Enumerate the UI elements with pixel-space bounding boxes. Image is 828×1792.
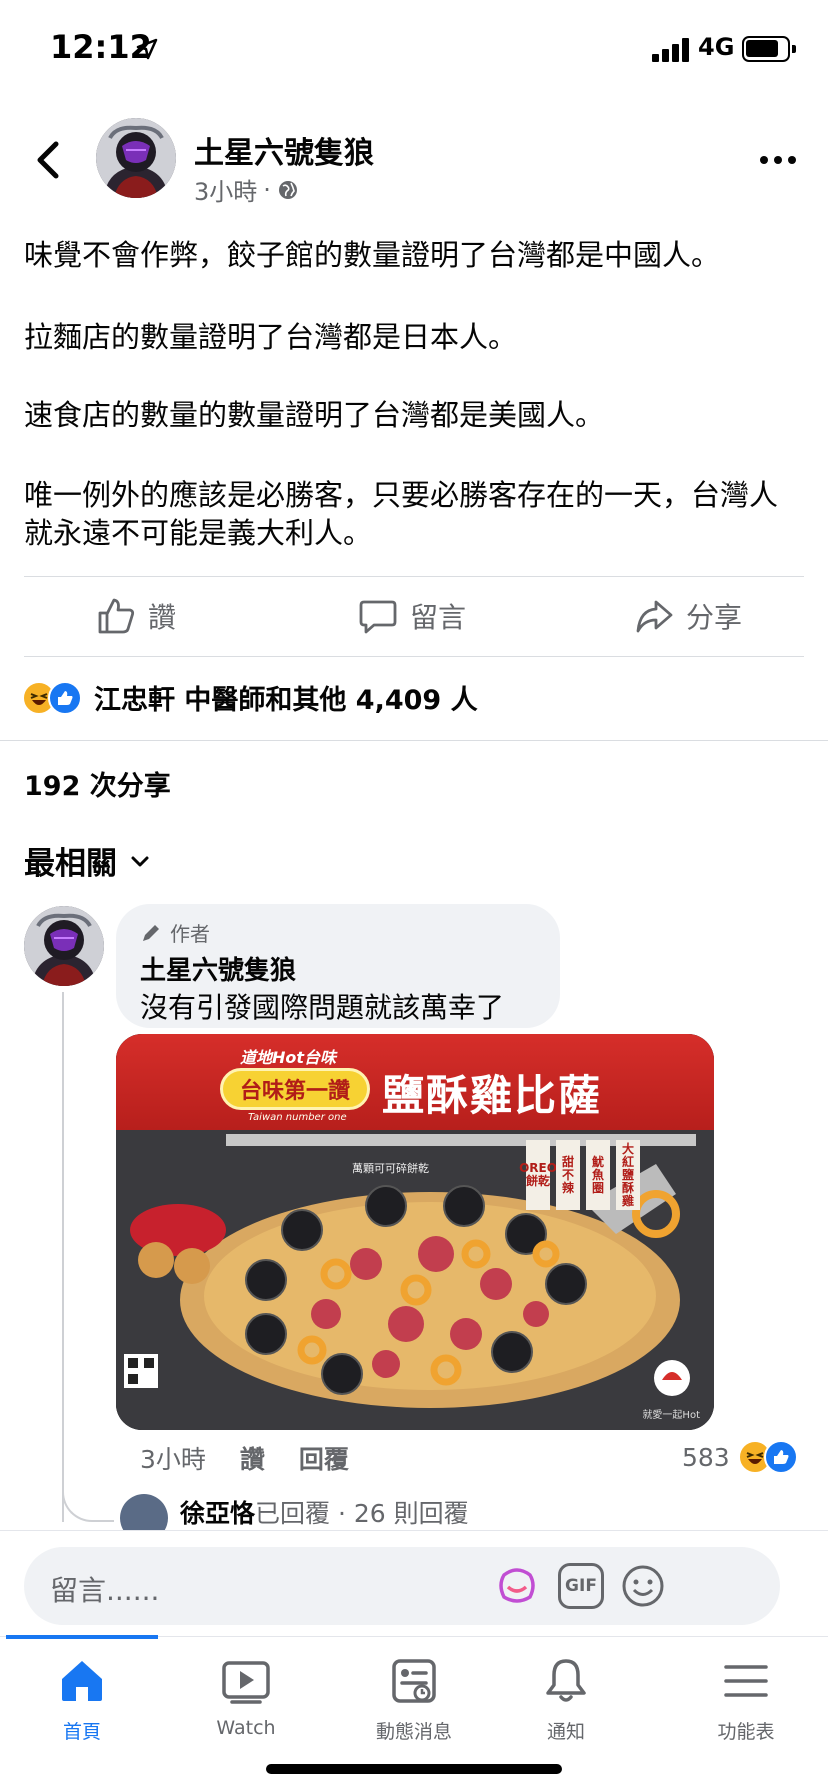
comment-sort-dropdown[interactable]: 最相關 [24,838,151,883]
like-button[interactable]: 讚 [96,596,176,636]
comment-button[interactable]: 留言 [358,596,466,636]
divider [24,576,804,577]
comment-author[interactable]: 土星六號隻狼 [140,950,296,987]
post-paragraph: 拉麵店的數量證明了台灣都是日本人。 [24,320,518,354]
like-reaction-icon [48,680,82,715]
public-globe-icon [278,180,297,199]
battery-icon [742,36,796,62]
more-options-icon[interactable] [760,150,800,170]
active-tab-indicator [6,1635,158,1639]
thread-line [62,992,64,1522]
tab-label: 通知 [546,1721,585,1743]
news-feed-icon [392,1659,436,1703]
thumbs-up-icon [98,598,135,634]
comment-bubble[interactable]: 作者 土星六號隻狼 沒有引發國際問題就該萬幸了 [116,904,560,1028]
home-icon [62,1661,102,1701]
pencil-icon [143,924,159,941]
ad-card: 大紅鹽酥雞 [616,1140,640,1210]
post-meta: 3小時 · [194,172,299,207]
comment-bubble-icon [359,600,397,634]
like-reaction-icon [763,1440,798,1474]
author-avatar[interactable] [96,118,176,198]
signal-icon [652,38,690,62]
ad-card: 甜不辣 [556,1140,580,1210]
author-badge-label: 作者 [170,922,210,946]
tab-news-feed[interactable]: 動態消息 [354,1655,474,1745]
reply-preview[interactable]: 徐亞恪已回覆 · 26 則回覆 [120,1494,469,1530]
avatar-sticker-icon[interactable] [494,1563,540,1609]
comment-reaction-count: 583 [682,1442,730,1472]
reactions-summary[interactable]: 江忠軒 中醫師和其他 4,409 人 [22,678,478,717]
menu-icon [724,1665,768,1697]
network-type: 4G [698,33,735,61]
comment-composer[interactable]: 留言...... GIF [24,1547,780,1625]
ad-pill: 台味第一讚 [220,1068,370,1110]
ad-title: 鹽酥雞比薩 [382,1071,603,1120]
ad-cards: OREO餅乾 甜不辣 魷魚圈 大紅鹽酥雞 [519,1140,640,1210]
sort-label: 最相關 [24,846,117,882]
reply-avatar [120,1494,168,1530]
emoji-icon[interactable] [620,1563,666,1609]
comment-like-button[interactable]: 讚 [240,1440,265,1476]
composer-placeholder: 留言...... [50,1574,160,1607]
ad-footer-slogan: 就愛一起Hot [642,1410,700,1421]
ad-note: 萬顆可可碎餅乾 [352,1162,429,1175]
share-count[interactable]: 192 次分享 [24,764,171,803]
reactions-text: 江忠軒 中醫師和其他 4,409 人 [94,685,478,716]
post-time: 3小時 [194,178,258,206]
watch-icon [222,1661,270,1704]
like-label: 讚 [148,601,177,634]
comment-actions: 3小時 讚 回覆 [140,1440,349,1476]
tab-label: 首頁 [62,1721,101,1743]
chevron-down-icon [131,856,149,866]
reply-author: 徐亞恪 [180,1499,256,1528]
back-arrow-icon[interactable] [30,138,66,182]
comment-reply-button[interactable]: 回覆 [299,1440,349,1476]
author-name[interactable]: 土星六號隻狼 [194,128,374,172]
comment-reactions[interactable]: 583 [682,1440,798,1474]
comment-time: 3小時 [140,1445,206,1474]
reply-action: 已回覆 [255,1499,331,1528]
reply-count: 26 則回覆 [353,1499,469,1528]
meta-separator: · [263,175,271,204]
commenter-avatar[interactable] [24,906,104,986]
ad-subtitle: Taiwan number one [248,1112,347,1123]
share-label: 分享 [686,601,743,634]
share-arrow-icon [636,600,673,633]
ad-card: OREO餅乾 [519,1140,557,1210]
comment-text: 沒有引發國際問題就該萬幸了 [140,991,505,1024]
composer-bar: 留言...... GIF [0,1530,828,1636]
thread-connector [62,1484,114,1522]
ad-card: 魷魚圈 [586,1140,610,1210]
tab-watch[interactable]: Watch [186,1655,306,1745]
author-badge: 作者 [140,918,210,947]
ad-tag: 道地Hot台味 [240,1048,337,1067]
tab-menu[interactable]: 功能表 [686,1655,806,1745]
post-paragraph: 速食店的數量的數量證明了台灣都是美國人。 [24,398,605,432]
bell-icon [546,1659,586,1702]
status-bar: 12:12 4G [0,0,828,96]
home-indicator [266,1764,562,1774]
comment-label: 留言 [410,601,467,634]
tab-notifications[interactable]: 通知 [506,1655,626,1745]
tab-label: 動態消息 [375,1721,452,1743]
divider [24,656,804,657]
tab-label: Watch [216,1717,276,1739]
location-arrow-icon [136,38,158,60]
post-paragraph: 味覺不會作弊，餃子館的數量證明了台灣都是中國人。 [24,238,721,272]
divider [0,740,828,741]
comment-image[interactable]: 道地Hot台味 台味第一讚 Taiwan number one 鹽酥雞比薩 OR… [116,1034,714,1430]
post-paragraph: 唯一例外的應該是必勝客，只要必勝客存在的一天，台灣人就永遠不可能是義大利人。 [24,478,779,550]
tab-home[interactable]: 首頁 [22,1655,142,1745]
share-button[interactable]: 分享 [634,596,742,636]
gif-button[interactable]: GIF [558,1563,604,1609]
tab-label: 功能表 [717,1721,775,1743]
